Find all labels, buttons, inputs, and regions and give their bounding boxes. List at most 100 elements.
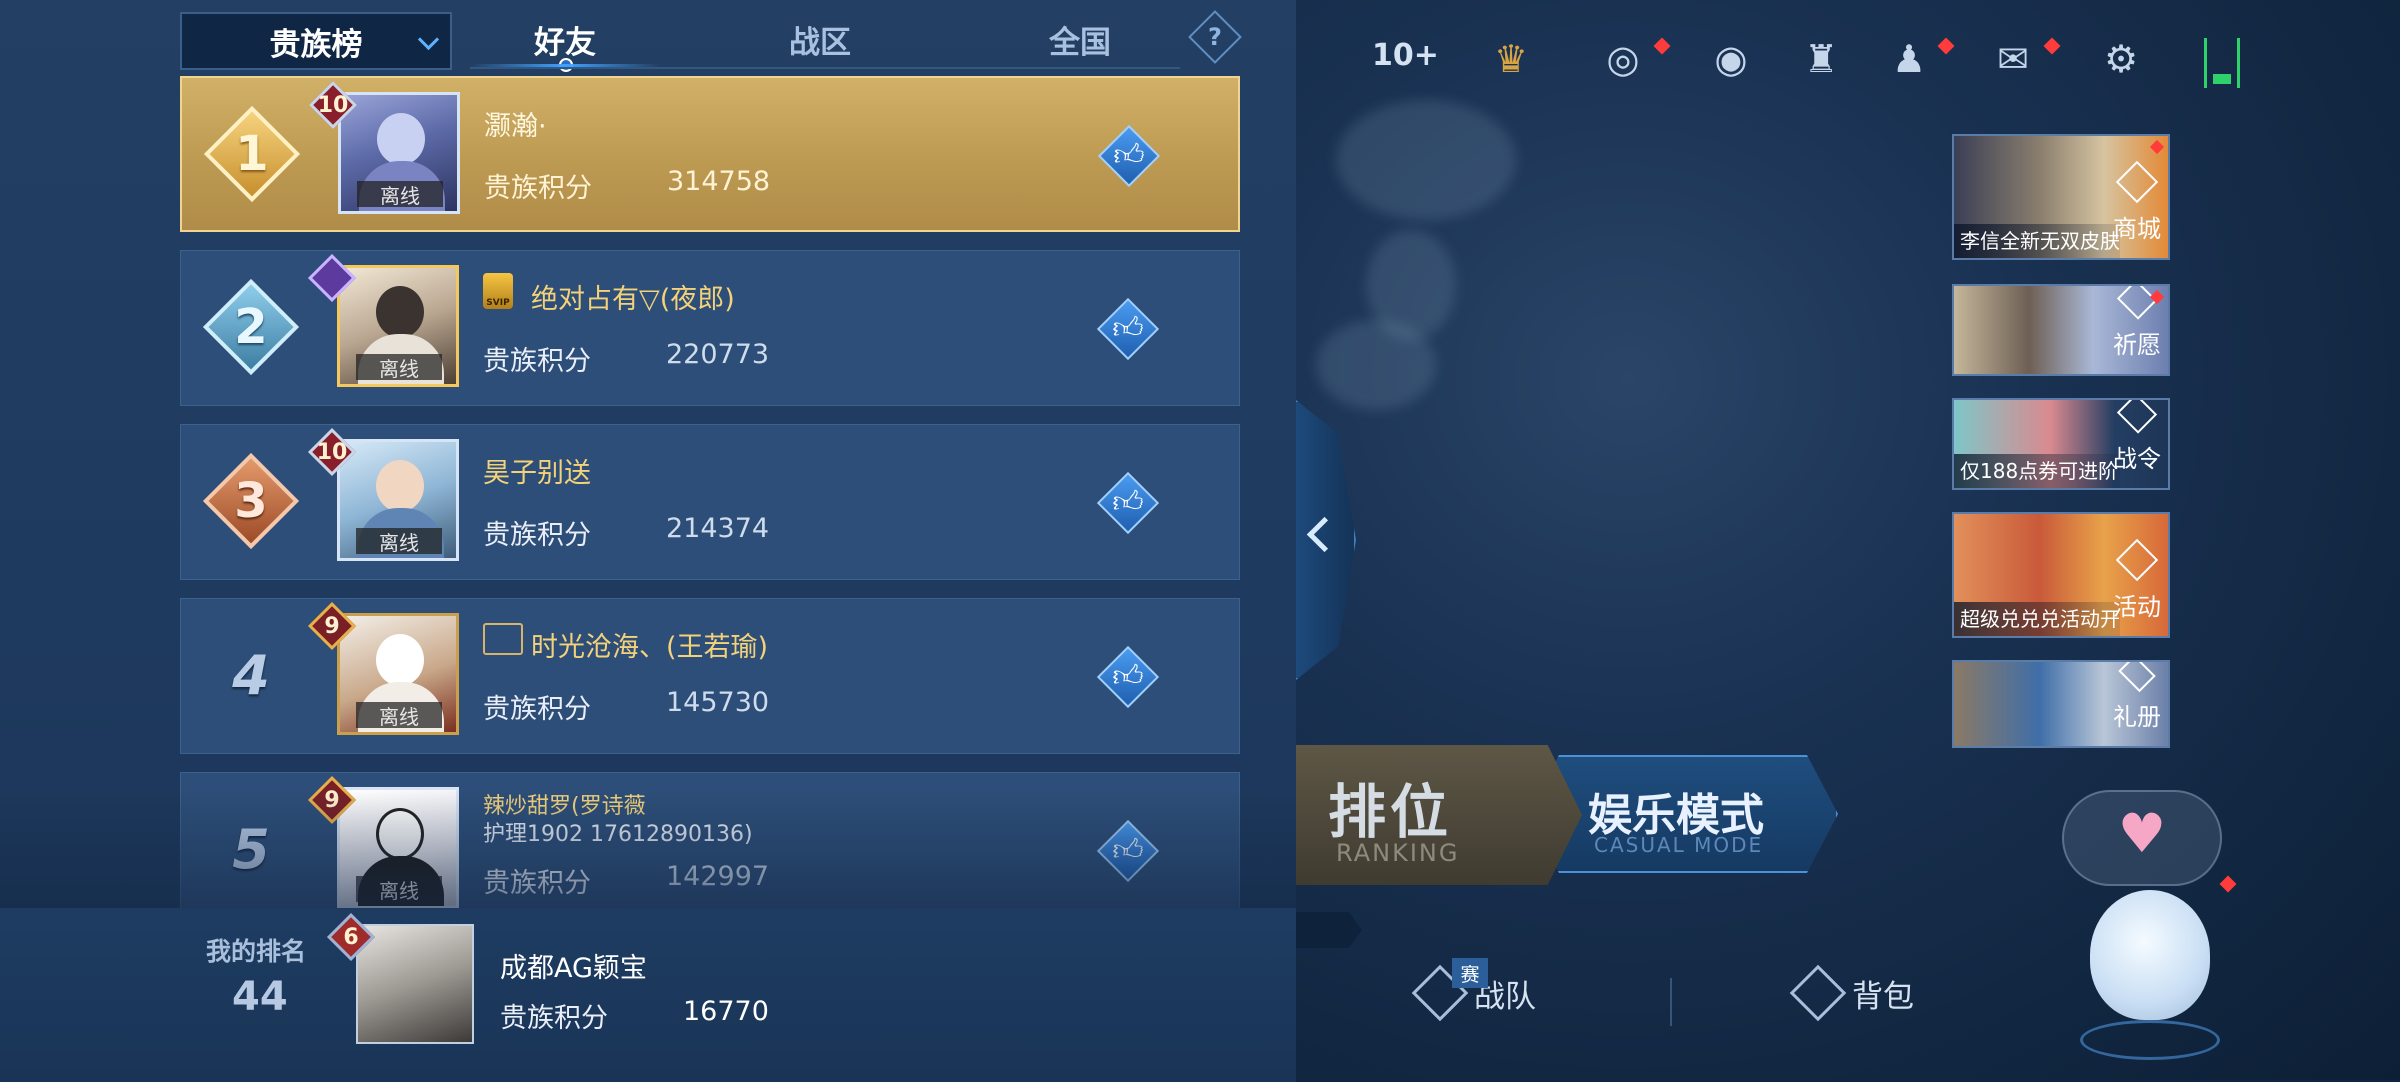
rank-medal: 3	[202, 452, 300, 550]
leaderboard-row: 4 离线 9 时光沧海、(王若瑜) 贵族积分 145730 👍︎	[180, 598, 1240, 754]
mail-icon[interactable]: ✉	[1988, 34, 2038, 84]
ranking-mode-button[interactable]: 排位 RANKING	[1296, 745, 1582, 885]
background-wisp	[1336, 100, 1516, 220]
dropdown-label: 贵族榜	[269, 26, 363, 63]
leaderboard-row: 3 离线 10 昊子别送 贵族积分 214374 👍︎	[180, 424, 1240, 580]
eye-icon[interactable]: ◉	[1706, 34, 1756, 84]
lobby-background	[1296, 0, 2400, 1080]
mascot[interactable]	[2090, 890, 2210, 1020]
gift-icon	[2118, 662, 2156, 693]
promo-caption: 仅188点券可进阶	[1954, 454, 2120, 488]
score-label: 贵族积分	[483, 346, 591, 377]
chevron-down-icon	[417, 28, 440, 51]
rank-label: 4	[203, 627, 299, 723]
rank-number: 5	[232, 817, 270, 881]
target-icon[interactable]: ◎	[1598, 34, 1648, 84]
leaderboard-header: 贵族榜 好友 战区 全国 ?	[0, 0, 1296, 75]
promo-card-event[interactable]: 超级兑兑兑活动开启 活动	[1952, 512, 2170, 638]
promo-tag: 商城	[2106, 136, 2168, 258]
mascot-pedestal	[2080, 1020, 2220, 1060]
noble-level	[309, 255, 355, 301]
promo-tag-label: 祈愿	[2113, 331, 2161, 359]
like-button[interactable]: 👍︎	[1096, 297, 1160, 361]
gear-icon[interactable]: ⚙	[2096, 34, 2146, 84]
ranking-mode-subtitle: RANKING	[1336, 839, 1460, 867]
avatar[interactable]: 离线	[337, 613, 459, 735]
friends-icon[interactable]: ♟	[1884, 34, 1934, 84]
player-name-line: 辣炒甜罗(罗诗薇	[483, 794, 646, 819]
trophy-icon[interactable]: ♜	[1796, 34, 1846, 84]
promo-card-wish[interactable]: 祈愿	[1952, 284, 2170, 376]
like-button[interactable]: 👍︎	[1096, 645, 1160, 709]
tab-zone[interactable]: 战区	[730, 14, 910, 64]
wish-icon	[2116, 286, 2158, 320]
promo-tag: 战令	[2106, 400, 2168, 488]
bag-label: 背包	[1852, 978, 1914, 1015]
background-wisp	[1316, 320, 1436, 410]
tab-national[interactable]: 全国	[990, 14, 1170, 64]
ranking-tab-edge	[1296, 912, 1362, 948]
player-name: 昊子别送	[483, 458, 591, 489]
leaderboard-row: 1 离线 10 灏瀚· 贵族积分 314758 👍︎	[180, 76, 1240, 232]
noble-level: 9	[324, 787, 340, 813]
promo-tag-label: 战令	[2113, 445, 2161, 473]
offline-tag: 离线	[356, 876, 442, 903]
svip-label: SVIP	[486, 298, 510, 308]
noble-level-badge: 9	[307, 775, 357, 825]
rank-number: 1	[235, 126, 269, 182]
promo-card-pass[interactable]: 仅188点券可进阶 战令	[1952, 398, 2170, 490]
my-rank-number: 44	[232, 974, 288, 1020]
avatar[interactable]: 离线	[337, 439, 459, 561]
score-value: 214374	[666, 513, 770, 544]
player-name: 时光沧海、(王若瑜)	[531, 632, 769, 663]
avatar[interactable]: 离线	[338, 92, 460, 214]
score-label: 贵族积分	[483, 694, 591, 725]
casual-mode-subtitle: CASUAL MODE	[1594, 833, 1764, 857]
score-value: 220773	[666, 339, 770, 370]
noble-level-badge: 6	[326, 912, 376, 962]
avatar[interactable]: 离线	[337, 265, 459, 387]
score-label: 贵族积分	[483, 520, 591, 551]
thumbs-up-icon: 👍︎	[1112, 659, 1144, 694]
tab-divider	[470, 67, 1180, 69]
friends-count[interactable]: 10+	[1372, 38, 1439, 73]
tab-friends[interactable]: 好友	[470, 14, 660, 72]
rank-number: 4	[232, 643, 270, 707]
bag-button[interactable]: 背包	[1789, 964, 1914, 1022]
help-icon[interactable]: ?	[1188, 10, 1242, 64]
avatar[interactable]: 离线	[337, 787, 459, 909]
player-name: 灏瀚·	[484, 111, 547, 142]
offline-tag: 离线	[356, 702, 442, 729]
score-value: 145730	[666, 687, 770, 718]
title-frame-icon	[483, 623, 523, 655]
ranking-mode-title: 排位	[1328, 778, 1453, 846]
promo-caption: 超级兑兑兑活动开启	[1954, 602, 2120, 636]
score-label: 贵族积分	[484, 173, 592, 204]
thumbs-up-icon: 👍︎	[1112, 833, 1144, 868]
noble-level: 6	[343, 924, 359, 950]
nav-divider	[1670, 978, 1672, 1026]
score-value: 16770	[683, 996, 769, 1027]
player-name: 绝对占有▽(夜郎)	[531, 284, 735, 315]
like-button[interactable]: 👍︎	[1096, 471, 1160, 535]
thumbs-up-icon: 👍︎	[1112, 485, 1144, 520]
player-name-line: 护理1902 17612890136)	[483, 822, 753, 847]
like-button[interactable]: 👍︎	[1097, 124, 1161, 188]
my-rank-bar: 我的排名 44 6 成都AG颖宝 贵族积分 16770	[0, 908, 1296, 1082]
like-button[interactable]: 👍︎	[1096, 819, 1160, 883]
promo-card-shop[interactable]: 李信全新无双皮肤 商城	[1952, 134, 2170, 260]
rank-medal: 2	[202, 278, 300, 376]
crown-icon[interactable]: ♛	[1486, 34, 1536, 84]
noble-level-badge: 10	[307, 427, 357, 477]
score-value: 314758	[667, 166, 771, 197]
noble-level-badge	[307, 253, 357, 303]
score-label: 贵族积分	[500, 1003, 608, 1034]
avatar-figure	[376, 460, 424, 512]
rank-medal: 1	[203, 105, 301, 203]
leaderboard-type-dropdown[interactable]: 贵族榜	[180, 12, 452, 70]
promo-card-gift[interactable]: 礼册	[1952, 660, 2170, 748]
promo-tag-label: 礼册	[2113, 703, 2161, 731]
noble-level-badge: 10	[308, 80, 358, 130]
thumbs-up-icon: 👍︎	[1112, 311, 1144, 346]
avatar-figure	[376, 808, 424, 860]
